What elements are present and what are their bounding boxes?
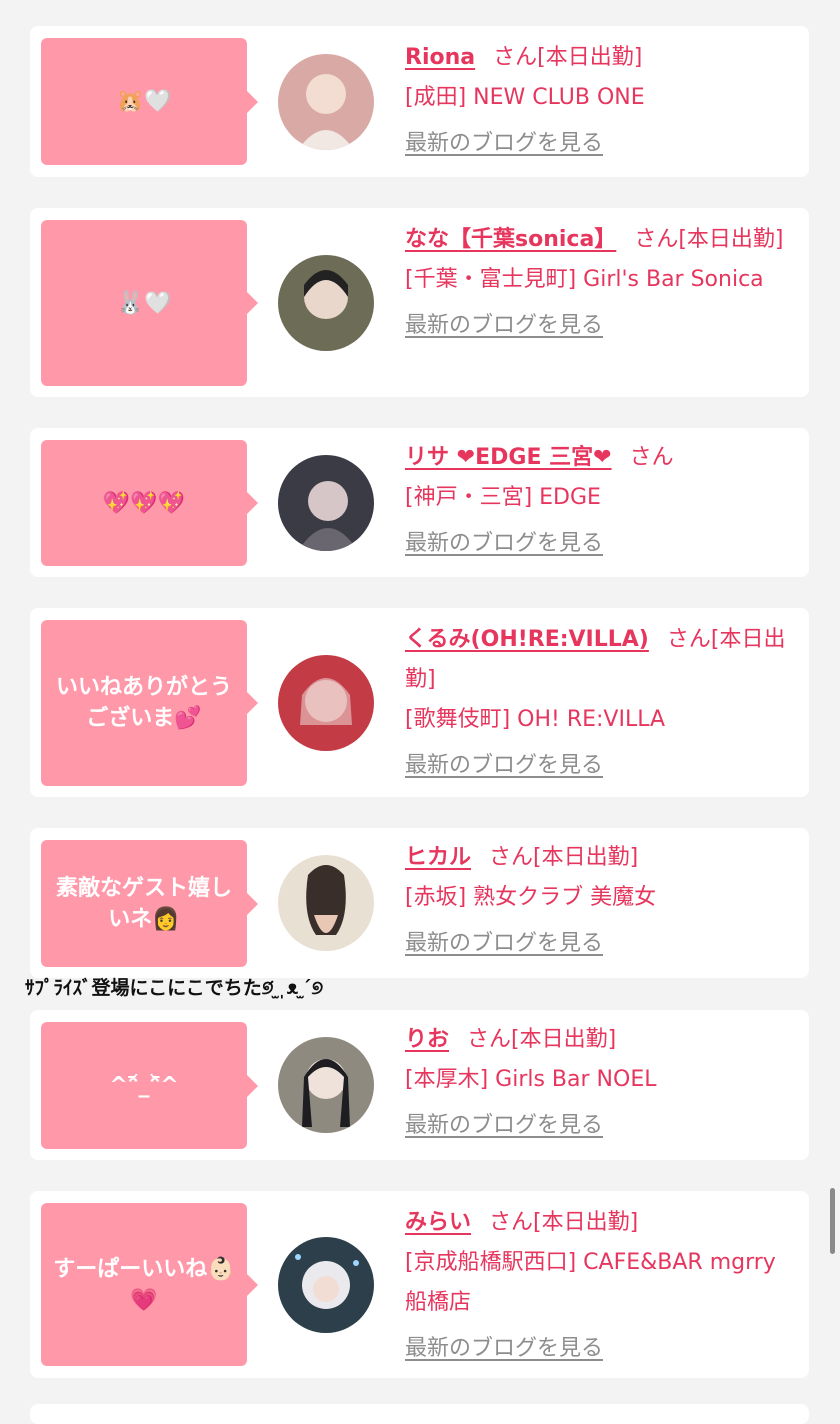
avatar[interactable] xyxy=(278,255,374,351)
shop-name: [歌舞伎町] OH! RE:VILLA xyxy=(405,707,666,732)
shop-name: [本厚木] Girls Bar NOEL xyxy=(405,1067,657,1092)
honorific: さん xyxy=(489,1210,534,1235)
shop-name: [神戸・三宮] EDGE xyxy=(405,485,601,510)
honorific: さん xyxy=(467,1027,512,1052)
avatar-image xyxy=(278,54,374,150)
list-item: 素敵なゲスト嬉しいネ👩 ヒカル さん[本日出勤] [赤坂] 熟女クラブ 美魔女 最… xyxy=(30,828,809,978)
latest-blog-link[interactable]: 最新のブログを見る xyxy=(405,746,603,786)
avatar[interactable] xyxy=(278,1037,374,1133)
list-item: 💖💖💖 リサ ❤EDGE 三宮❤ さん [神戸・三宮] EDGE 最新のブログを見… xyxy=(30,428,809,577)
avatar-image xyxy=(278,1237,374,1333)
list-item: ^ᵔ᷄_ᵔ᷅^ りお さん[本日出勤] [本厚木] Girls Bar NOEL … xyxy=(30,1010,809,1160)
comment-bubble: いいねありがとうございま💕 xyxy=(41,620,258,786)
shop-name: [成田] NEW CLUB ONE xyxy=(405,85,645,110)
avatar-image xyxy=(278,1037,374,1133)
list-item: 🐹🤍 Riona さん[本日出勤] [成田] NEW CLUB ONE 最新のブロ… xyxy=(30,26,809,177)
cast-name-link[interactable]: なな【千葉sonica】 xyxy=(405,227,616,252)
cast-info: みらい さん[本日出勤] [京成船橋駅西口] CAFE&BAR mgrry 船橋店… xyxy=(405,1203,795,1369)
shop-name: [京成船橋駅西口] CAFE&BAR mgrry 船橋店 xyxy=(405,1250,776,1315)
shop-name: [千葉・富士見町] Girl's Bar Sonica xyxy=(405,267,764,292)
cast-info: Riona さん[本日出勤] [成田] NEW CLUB ONE 最新のブログを見… xyxy=(405,38,795,164)
cast-info: リサ ❤EDGE 三宮❤ さん [神戸・三宮] EDGE 最新のブログを見る xyxy=(405,438,795,564)
avatar[interactable] xyxy=(278,455,374,551)
latest-blog-link[interactable]: 最新のブログを見る xyxy=(405,306,603,346)
latest-blog-link[interactable]: 最新のブログを見る xyxy=(405,524,603,564)
comment-bubble: 💖💖💖 xyxy=(41,440,258,566)
shop-name: [赤坂] 熟女クラブ 美魔女 xyxy=(405,885,657,910)
honorific: さん xyxy=(666,627,711,652)
cast-name-link[interactable]: リサ ❤EDGE 三宮❤ xyxy=(405,445,612,470)
comment-bubble: ^ᵔ᷄_ᵔ᷅^ xyxy=(41,1022,258,1149)
latest-blog-link[interactable]: 最新のブログを見る xyxy=(405,924,603,964)
list-item: すーぱーいいね👶🏻💗 みらい さん[本日出勤] [京成船橋駅西口] CAFE&BA… xyxy=(30,1191,809,1378)
latest-blog-link[interactable]: 最新のブログを見る xyxy=(405,124,603,164)
comment-bubble: 🐹🤍 xyxy=(41,38,258,165)
work-status: [本日出勤] xyxy=(533,1210,639,1235)
avatar-image xyxy=(278,855,374,951)
latest-blog-link[interactable]: 最新のブログを見る xyxy=(405,1329,603,1369)
work-status: [本日出勤] xyxy=(678,227,784,252)
cast-name-link[interactable]: ヒカル xyxy=(405,845,471,870)
work-status: [本日出勤] xyxy=(537,45,643,70)
honorific: さん xyxy=(629,445,674,470)
cast-name-link[interactable]: みらい xyxy=(405,1210,471,1235)
honorific: さん xyxy=(634,227,679,252)
scrollbar[interactable] xyxy=(830,1188,835,1254)
avatar[interactable] xyxy=(278,855,374,951)
avatar-image xyxy=(278,455,374,551)
cast-info: りお さん[本日出勤] [本厚木] Girls Bar NOEL 最新のブログを見… xyxy=(405,1020,795,1146)
avatar[interactable] xyxy=(278,1237,374,1333)
avatar[interactable] xyxy=(278,54,374,150)
comment-bubble: すーぱーいいね👶🏻💗 xyxy=(41,1203,258,1366)
cast-name-link[interactable]: りお xyxy=(405,1027,449,1052)
list-item xyxy=(30,1404,809,1424)
comment-bubble: 素敵なゲスト嬉しいネ👩 xyxy=(41,840,258,967)
avatar[interactable] xyxy=(278,655,374,751)
honorific: さん xyxy=(493,45,538,70)
overlay-caption: ｻﾌﾟﾗｲｽﾞ登場にこにこでちた୭́ ̫ ̩ᴥ ̫ ́୭ xyxy=(25,977,324,999)
work-status: [本日出勤] xyxy=(533,845,639,870)
honorific: さん xyxy=(489,845,534,870)
cast-info: くるみ(OH!RE:VILLA) さん[本日出勤] [歌舞伎町] OH! RE:V… xyxy=(405,620,795,786)
work-status: [本日出勤] xyxy=(511,1027,617,1052)
avatar-image xyxy=(278,655,374,751)
avatar-image xyxy=(278,255,374,351)
cast-info: ヒカル さん[本日出勤] [赤坂] 熟女クラブ 美魔女 最新のブログを見る xyxy=(405,838,795,964)
cast-info: なな【千葉sonica】 さん[本日出勤] [千葉・富士見町] Girl's Ba… xyxy=(405,220,795,346)
comment-bubble: 🐰🤍 xyxy=(41,220,258,386)
list-item: いいねありがとうございま💕 くるみ(OH!RE:VILLA) さん[本日出勤] [… xyxy=(30,608,809,797)
cast-name-link[interactable]: くるみ(OH!RE:VILLA) xyxy=(405,627,649,652)
cast-name-link[interactable]: Riona xyxy=(405,45,475,70)
latest-blog-link[interactable]: 最新のブログを見る xyxy=(405,1106,603,1146)
list-item: 🐰🤍 なな【千葉sonica】 さん[本日出勤] [千葉・富士見町] Girl's… xyxy=(30,208,809,397)
